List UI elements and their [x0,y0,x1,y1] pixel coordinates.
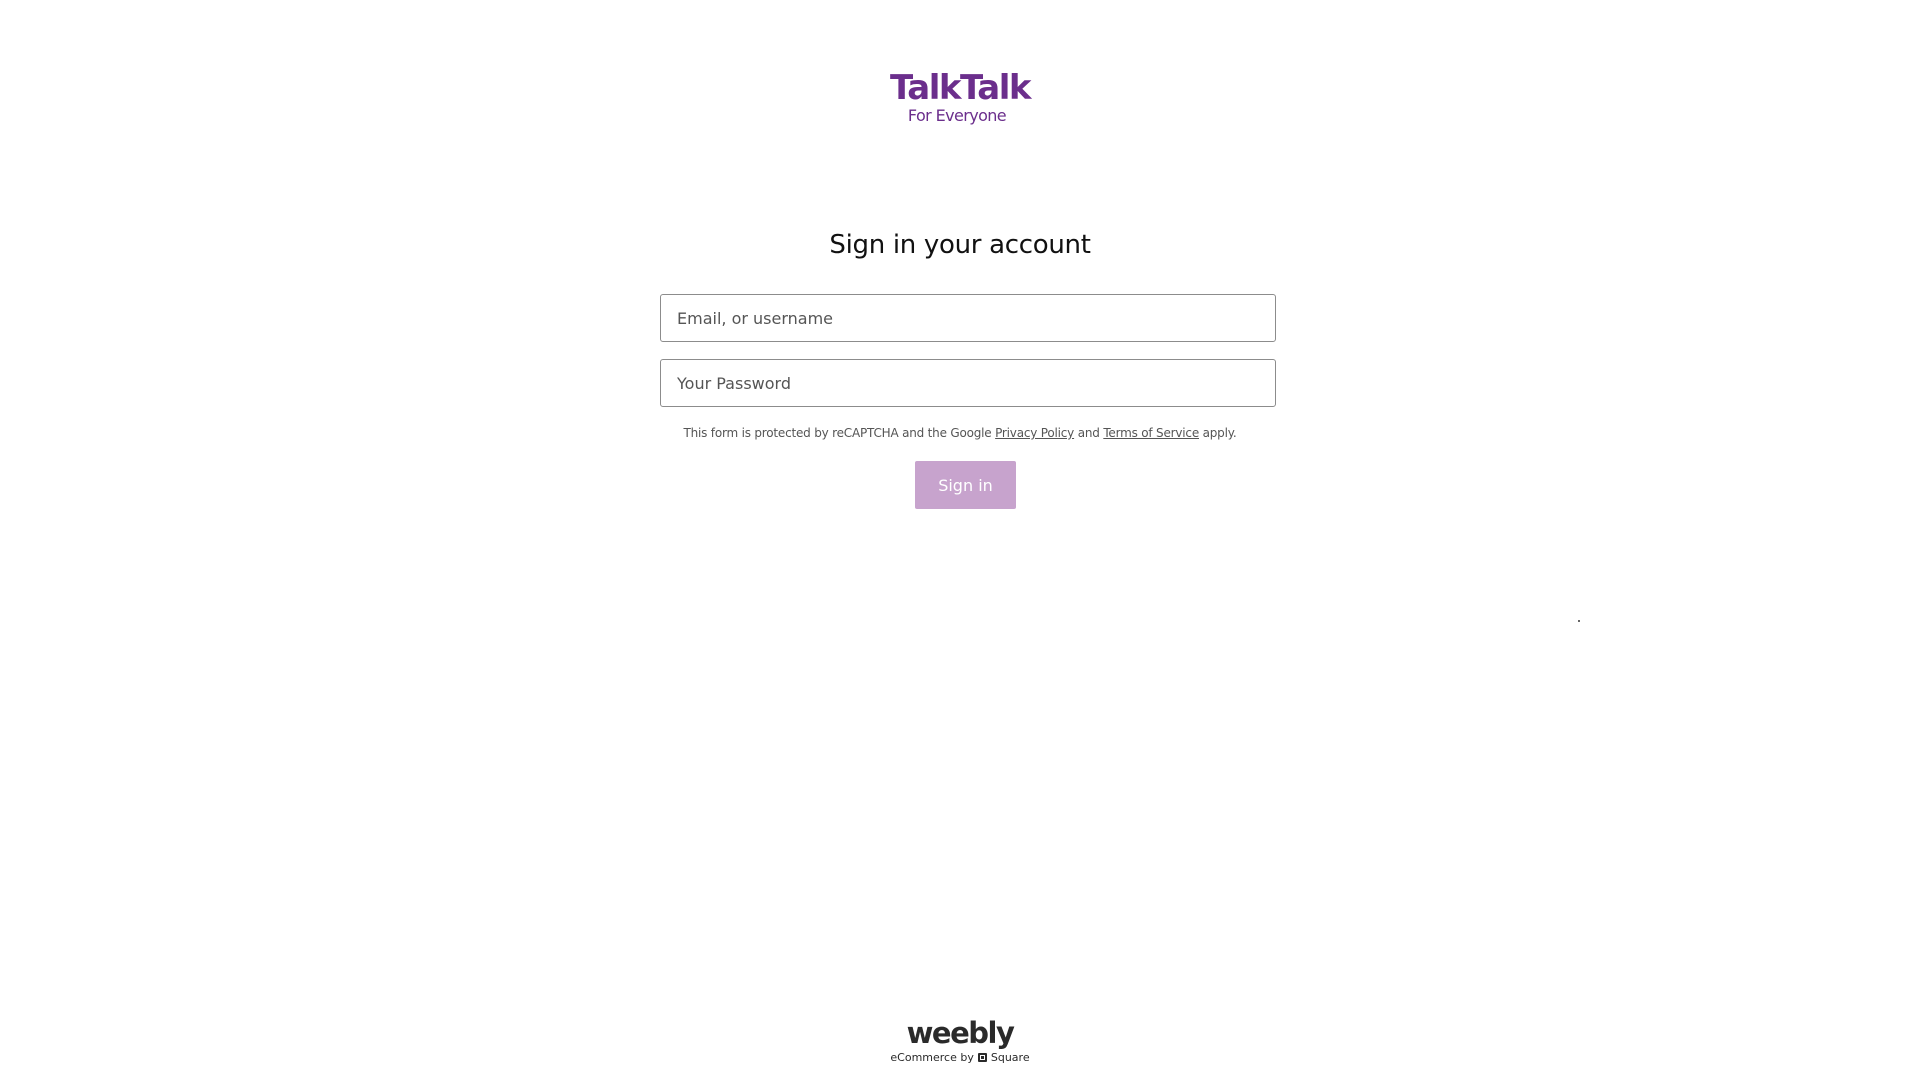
terms-of-service-link[interactable]: Terms of Service [1103,426,1199,440]
logo-wordmark: TalkTalk [889,68,1032,108]
logo-tagline: For Everyone [907,106,1007,125]
stray-dot [1578,620,1580,622]
privacy-policy-link[interactable]: Privacy Policy [995,426,1074,440]
email-field[interactable] [660,294,1276,342]
notice-suffix: apply. [1199,426,1237,440]
sign-in-page: TalkTalk For Everyone Sign in your accou… [0,0,1920,1080]
recaptcha-notice: This form is protected by reCAPTCHA and … [0,426,1920,440]
sign-in-button[interactable]: Sign in [915,461,1016,509]
page-title: Sign in your account [829,230,1091,260]
weebly-sub-brand: Square [990,1051,1030,1064]
weebly-footer-badge[interactable]: weebly eCommerce by Square [0,1018,1920,1066]
talktalk-logo[interactable]: TalkTalk For Everyone [0,70,1920,126]
weebly-wordmark: weebly [906,1016,1015,1050]
weebly-sub-prefix: eCommerce by [890,1051,974,1064]
weebly-subtitle: eCommerce by Square [890,1051,1029,1064]
password-field[interactable] [660,359,1276,407]
notice-and: and [1074,426,1104,440]
square-logo-icon [977,1053,987,1062]
notice-prefix: This form is protected by reCAPTCHA and … [683,426,996,440]
